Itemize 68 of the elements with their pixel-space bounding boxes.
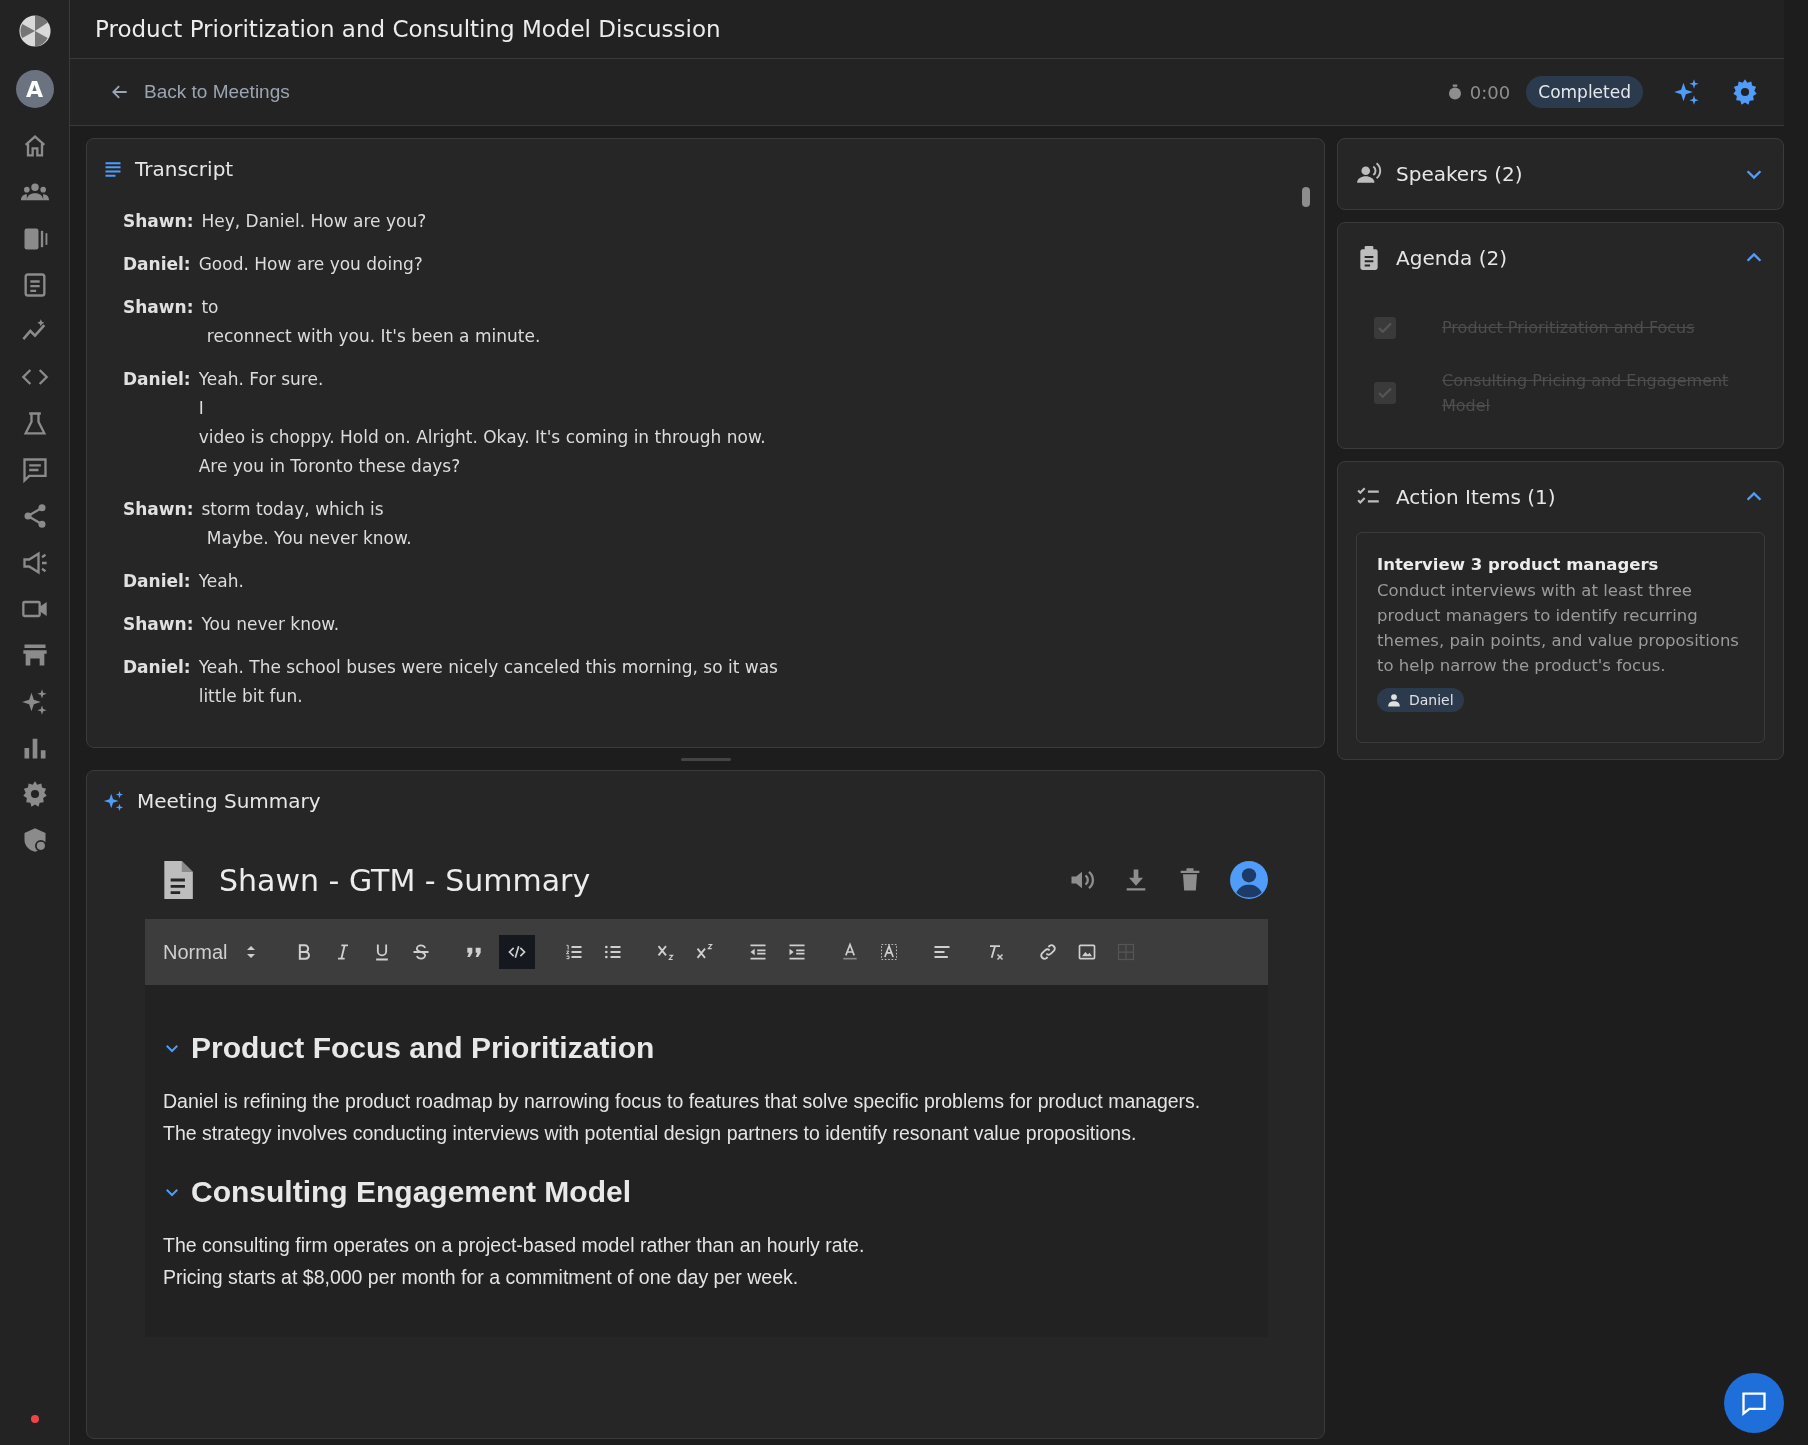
avatar-icon[interactable] xyxy=(1230,861,1268,899)
summary-text: Pricing starts at $8,000 per month for a commitment of one day per week. xyxy=(163,1265,800,1290)
checkbox[interactable] xyxy=(1374,382,1396,404)
speaker-name: Shawn: xyxy=(123,498,194,521)
summary-text: The consulting firm operates on a project-based model rather than an hourly rate. xyxy=(163,1233,866,1258)
speaker-name: Daniel: xyxy=(123,656,191,679)
action-item-title: Interview 3 product managers xyxy=(1377,555,1660,574)
sparkles-icon xyxy=(103,790,125,812)
card-title: Action Items (1) xyxy=(1396,485,1557,509)
speaker-name: Shawn: xyxy=(123,296,194,319)
transcript-line: Maybe. You never know. xyxy=(205,527,412,550)
link-icon xyxy=(1038,942,1059,962)
image-icon xyxy=(1077,942,1098,962)
person-icon xyxy=(1387,693,1401,707)
indent-icon xyxy=(787,942,808,962)
table-icon xyxy=(1116,942,1137,962)
action-item-description: Conduct interviews with at least three product managers to identify recurring themes, pain points, and value propositions to help narrow the product's focus. xyxy=(1377,580,1740,677)
transcript-line: reconnect with you. It's been a minute. xyxy=(205,325,541,348)
lines-icon xyxy=(103,159,123,179)
format-select[interactable]: Normal xyxy=(163,940,258,964)
transcript-line: Hey, Daniel. How are you? xyxy=(201,210,427,233)
speaker-name: Shawn: xyxy=(123,210,194,233)
timer-text: 0:00 xyxy=(1469,81,1511,103)
transcript-line: You never know. xyxy=(201,613,340,636)
scrollbar-thumb[interactable] xyxy=(1302,187,1310,207)
document-title: Shawn - GTM - Summary xyxy=(219,862,592,898)
transcript-line: storm today, which is xyxy=(201,498,385,521)
checkbox[interactable] xyxy=(1374,316,1396,339)
speaker-name: Shawn: xyxy=(123,613,194,636)
summary-text: The strategy involves conducting interviews with potential design partners to identify resonant value propositions. xyxy=(163,1121,1138,1146)
card-title: Agenda (2) xyxy=(1396,246,1508,270)
transcript-line: little bit fun. xyxy=(198,685,304,708)
transcript-line: Yeah. For sure. xyxy=(198,368,325,391)
resize-handle[interactable] xyxy=(680,757,731,761)
up-down-caret-icon xyxy=(245,944,258,960)
code-block-button[interactable] xyxy=(499,935,536,969)
document-icon xyxy=(161,861,193,899)
section-heading: Consulting Engagement Model xyxy=(191,1175,631,1209)
panel-title: Meeting Summary xyxy=(137,789,321,813)
transcript-line: I xyxy=(198,397,205,420)
speaker-name: Daniel: xyxy=(123,570,191,593)
strikethrough-icon xyxy=(411,942,432,962)
status-badge: Completed xyxy=(1526,76,1643,108)
outdent-icon xyxy=(748,942,769,962)
settings-icon[interactable] xyxy=(1731,78,1759,106)
speaker-name: Daniel: xyxy=(123,253,191,276)
chat-button[interactable] xyxy=(1724,1373,1784,1433)
back-link[interactable]: Back to Meetings xyxy=(110,81,290,103)
logo-icon[interactable] xyxy=(17,14,52,48)
assignee-chip: Daniel xyxy=(1377,688,1464,712)
ordered-list-icon xyxy=(564,942,585,962)
transcript-line: video is choppy. Hold on. Alright. Okay. It's coming in through now. xyxy=(198,426,766,449)
highlight-icon xyxy=(879,942,900,962)
status-dot-icon xyxy=(30,1415,39,1423)
transcript-line: Good. How are you doing? xyxy=(198,253,423,276)
panel-title: Transcript xyxy=(135,157,234,181)
card-title: Speakers (2) xyxy=(1396,162,1524,186)
transcript-line: Are you in Toronto these days? xyxy=(198,455,462,478)
chat-icon[interactable] xyxy=(20,456,49,485)
section-heading: Product Focus and Prioritization xyxy=(191,1031,655,1065)
summary-text: Daniel is refining the product roadmap by narrowing focus to features that solve specific problems for product managers. xyxy=(163,1089,1202,1114)
sparkles-icon[interactable] xyxy=(1673,78,1701,106)
meeting-title: Product Prioritization and Consulting Model Discussion xyxy=(95,16,721,42)
transcript-line: Yeah. xyxy=(198,570,244,593)
user-avatar[interactable]: A xyxy=(15,70,54,108)
speaker-name: Daniel: xyxy=(123,368,191,391)
transcript-line: to xyxy=(201,296,220,319)
transcript-line: Yeah. The school buses were nicely canceled this morning, so it was xyxy=(198,656,778,679)
